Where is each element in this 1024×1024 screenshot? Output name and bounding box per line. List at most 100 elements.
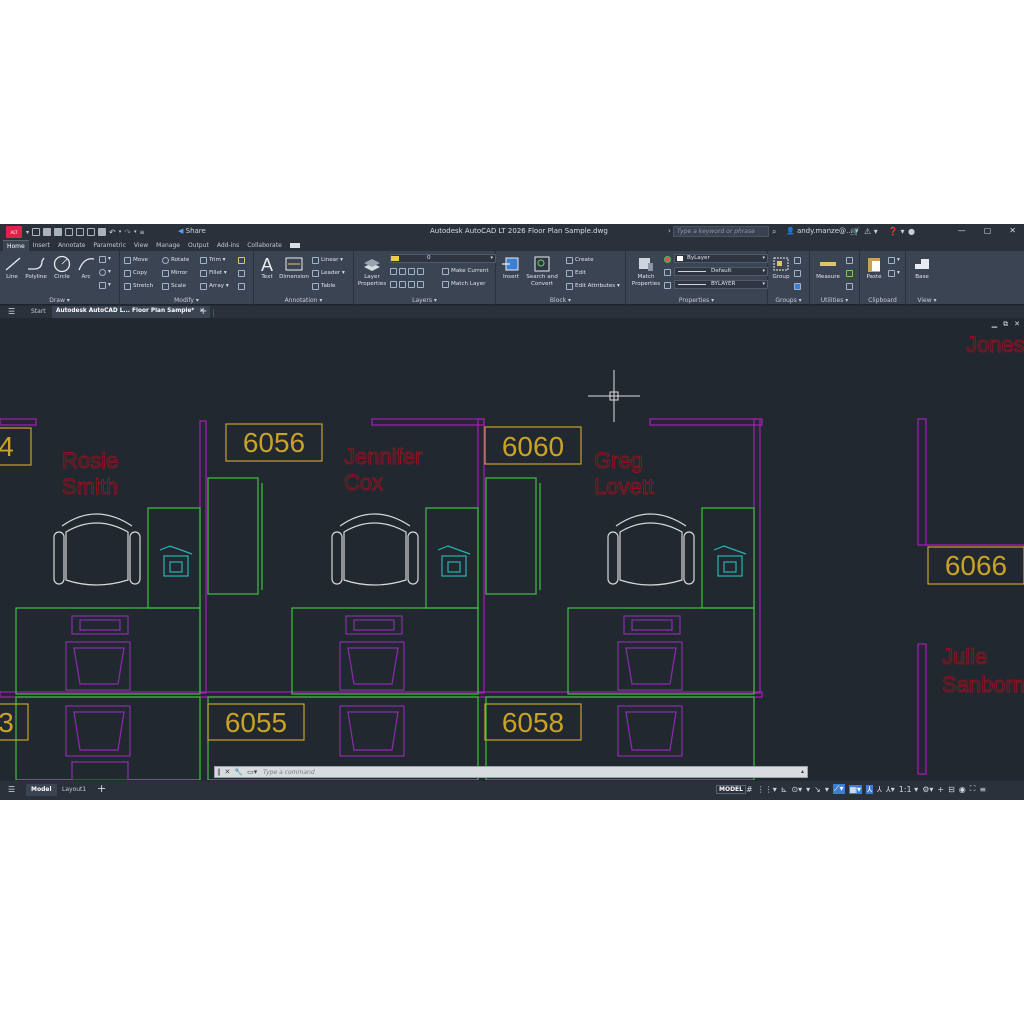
layer-freeze-icon[interactable] [408, 267, 415, 275]
edit-block-button[interactable]: Edit [566, 269, 586, 277]
linear-button[interactable]: Linear ▾ [312, 256, 343, 264]
fullscreen-icon[interactable]: ⛶ [970, 784, 976, 794]
command-history-icon[interactable]: ▭▾ [247, 768, 257, 776]
group-button[interactable]: Group [770, 255, 792, 281]
lineweight-icon[interactable] [664, 268, 671, 276]
search-expand-icon[interactable]: › [668, 227, 671, 235]
layout-menu-icon[interactable]: ☰ [8, 785, 15, 794]
new-tab-button[interactable]: + [199, 306, 207, 317]
command-input[interactable]: Type a command [263, 769, 315, 776]
make-current-button[interactable]: Make Current [442, 267, 489, 275]
draw-panel-title[interactable]: Draw ▾ [0, 297, 119, 304]
calculator-button[interactable] [846, 282, 853, 290]
autodesk-apps-icon[interactable]: ⚠ ▾ [864, 227, 878, 236]
tab-model[interactable]: Model [26, 784, 57, 796]
help-search-input[interactable]: Type a keyword or phrase [673, 226, 769, 237]
tab-manage[interactable]: Manage [152, 240, 184, 251]
modify-panel-title[interactable]: Modify ▾ [120, 297, 253, 304]
annotation-visibility-icon[interactable]: ⅄ [866, 784, 873, 794]
selection-cycling-icon[interactable]: ⟋▾ [832, 784, 845, 794]
customize-icon[interactable]: ≡ [979, 785, 986, 794]
help-icon[interactable]: ❓ ▾ [888, 227, 905, 236]
move-button[interactable]: Move [124, 256, 148, 264]
linetype-icon[interactable] [664, 281, 671, 289]
scale-button[interactable]: Scale [162, 282, 186, 290]
array-button[interactable]: Array ▾ [200, 282, 229, 290]
autoscale-icon[interactable]: ⅄ [877, 785, 882, 794]
tab-layout1[interactable]: Layout1 [62, 786, 86, 793]
rectangle-button[interactable]: ▾ [99, 255, 111, 263]
explode-button[interactable] [238, 269, 245, 277]
save-as-icon[interactable] [65, 228, 74, 236]
command-history-arrow-icon[interactable]: ▴ [801, 768, 804, 775]
redo-dropdown-icon[interactable]: ▾ [134, 229, 137, 235]
quick-select-button[interactable] [846, 256, 853, 264]
command-close-icon[interactable]: ✕ [225, 768, 231, 776]
tab-home[interactable]: Home [3, 240, 29, 251]
search-binoculars-icon[interactable]: ⌕ [772, 227, 776, 237]
search-convert-button[interactable]: Search and Convert [524, 255, 560, 288]
block-panel-title[interactable]: Block ▾ [496, 297, 625, 304]
drawing-canvas[interactable]: ▁ ⧉ ✕ 4 6056 6060 6066 3 6055 6058 Rosie… [0, 318, 1024, 780]
dimension-button[interactable]: Dimension [278, 255, 310, 281]
command-grip-icon[interactable]: ‖ [217, 768, 221, 776]
ungroup-button[interactable] [794, 256, 801, 264]
color-dropdown[interactable]: ByLayer [674, 254, 768, 263]
command-line[interactable]: ‖ ✕ 🔧 ▭▾ Type a command ▴ [214, 766, 808, 778]
tab-parametric[interactable]: Parametric [89, 240, 130, 251]
save-web-icon[interactable] [87, 228, 96, 236]
group-select-button[interactable] [794, 282, 801, 290]
plus-icon[interactable]: + [937, 785, 944, 794]
properties-panel-title[interactable]: Properties ▾ [626, 297, 767, 304]
layer-isolate-icon[interactable] [399, 267, 406, 275]
customize-qat-icon[interactable]: ≡ [139, 229, 144, 236]
save-icon[interactable] [54, 228, 63, 236]
minimize-icon[interactable]: — [958, 226, 966, 235]
hatch-button[interactable]: ▾ [99, 268, 111, 276]
snap-icon[interactable]: ⋮⋮▾ [757, 785, 777, 794]
base-view-button[interactable]: Base [910, 255, 934, 281]
insert-button[interactable]: Insert [500, 255, 522, 281]
tab-start[interactable]: Start [28, 308, 49, 315]
polyline-button[interactable]: Polyline [23, 255, 49, 281]
ortho-icon[interactable]: ⊾ [781, 785, 788, 794]
groups-panel-title[interactable]: Groups ▾ [768, 297, 809, 304]
line-button[interactable]: Line [3, 255, 21, 281]
group-edit-button[interactable] [794, 269, 801, 277]
ribbon-minimize-toggle[interactable] [286, 240, 304, 251]
table-button[interactable]: Table [312, 282, 335, 290]
workspace-gear-icon[interactable]: ⚙▾ [922, 785, 933, 794]
layer-dropdown[interactable]: 0 [390, 254, 496, 263]
annotation-panel-title[interactable]: Annotation ▾ [254, 297, 353, 304]
offset-button[interactable] [238, 282, 245, 290]
circle-button[interactable]: Circle [51, 255, 73, 281]
color-wheel-icon[interactable] [664, 255, 671, 263]
undo-dropdown-icon[interactable]: ▾ [119, 229, 122, 235]
select-all-button[interactable] [846, 269, 853, 277]
layer-off-icon[interactable] [390, 267, 397, 275]
app-menu-arrow-icon[interactable]: ▾ [26, 229, 29, 236]
file-tab-menu-icon[interactable]: ☰ [8, 308, 15, 316]
trim-button[interactable]: Trim ▾ [200, 256, 225, 264]
tab-insert[interactable]: Insert [29, 240, 54, 251]
layers-panel-title[interactable]: Layers ▾ [354, 297, 495, 304]
redo-icon[interactable]: ↷ [124, 228, 131, 237]
cart-icon[interactable]: 🛒 [850, 227, 860, 236]
app-logo[interactable]: ALT [6, 226, 22, 238]
match-properties-button[interactable]: Match Properties [629, 255, 663, 288]
tab-collaborate[interactable]: Collaborate [243, 240, 286, 251]
fillet-button[interactable]: Fillet ▾ [200, 269, 227, 277]
open-file-icon[interactable] [43, 228, 52, 236]
edit-attributes-button[interactable]: Edit Attributes ▾ [566, 282, 620, 290]
arc-button[interactable]: Arc [76, 255, 96, 281]
command-customize-icon[interactable]: 🔧 [234, 768, 243, 776]
leader-button[interactable]: Leader ▾ [312, 269, 345, 277]
grid-icon[interactable]: # [746, 785, 753, 794]
copy-button[interactable]: Copy [124, 269, 147, 277]
layer-thaw-icon[interactable] [399, 280, 406, 288]
utilities-panel-title[interactable]: Utilities ▾ [810, 297, 859, 304]
maximize-icon[interactable]: ▢ [984, 226, 992, 235]
chat-icon[interactable]: ● [908, 227, 915, 236]
text-button[interactable]: A Text [257, 255, 277, 281]
annotation-scale-icon[interactable]: ⅄▾ [886, 785, 895, 794]
